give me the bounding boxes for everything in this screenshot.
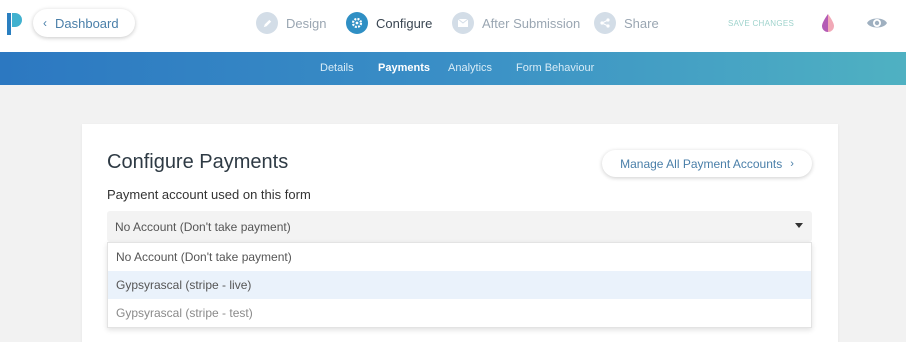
share-icon	[594, 12, 616, 34]
back-to-dashboard-button[interactable]: ‹ Dashboard	[33, 9, 135, 37]
theme-drop-icon[interactable]	[820, 13, 836, 33]
selected-value: No Account (Don't take payment)	[115, 219, 291, 234]
chevron-right-icon: ›	[790, 157, 794, 170]
step-design[interactable]: Design	[256, 12, 326, 34]
logo-icon[interactable]	[7, 13, 23, 35]
manage-button-label: Manage All Payment Accounts	[620, 156, 783, 171]
dropdown-option-stripe-live[interactable]: Gypsyrascal (stripe - live)	[108, 271, 811, 299]
tab-analytics[interactable]: Analytics	[448, 62, 492, 74]
step-configure[interactable]: Configure	[346, 12, 432, 34]
chevron-left-icon: ‹	[43, 16, 47, 30]
sub-navigation: Details Payments Analytics Form Behaviou…	[0, 52, 906, 85]
tab-details[interactable]: Details	[320, 62, 354, 74]
tab-form-behaviour[interactable]: Form Behaviour	[516, 62, 594, 74]
payment-account-select[interactable]: No Account (Don't take payment)	[107, 211, 812, 242]
payment-account-dropdown-menu: No Account (Don't take payment) Gypsyras…	[107, 242, 812, 328]
dropdown-option-no-account[interactable]: No Account (Don't take payment)	[108, 243, 811, 271]
dropdown-option-stripe-test[interactable]: Gypsyrascal (stripe - test)	[108, 299, 811, 327]
step-after-submission[interactable]: After Submission	[452, 12, 580, 34]
step-configure-label: Configure	[376, 15, 433, 31]
top-bar: ‹ Dashboard Design Configure After Submi…	[0, 0, 906, 52]
step-after-submission-label: After Submission	[482, 15, 581, 31]
step-design-label: Design	[286, 15, 327, 31]
step-share[interactable]: Share	[594, 12, 659, 34]
page-title: Configure Payments	[107, 151, 289, 173]
caret-down-icon	[795, 223, 803, 228]
gear-icon	[346, 12, 368, 34]
manage-payment-accounts-button[interactable]: Manage All Payment Accounts ›	[602, 150, 812, 177]
save-changes-button[interactable]: SAVE CHANGES	[728, 19, 794, 28]
back-button-label: Dashboard	[55, 15, 119, 31]
pencil-icon	[256, 12, 278, 34]
payment-account-label: Payment account used on this form	[107, 187, 311, 202]
envelope-icon	[452, 12, 474, 34]
tab-payments[interactable]: Payments	[378, 62, 430, 74]
preview-eye-icon[interactable]	[866, 14, 888, 32]
step-share-label: Share	[624, 15, 659, 31]
